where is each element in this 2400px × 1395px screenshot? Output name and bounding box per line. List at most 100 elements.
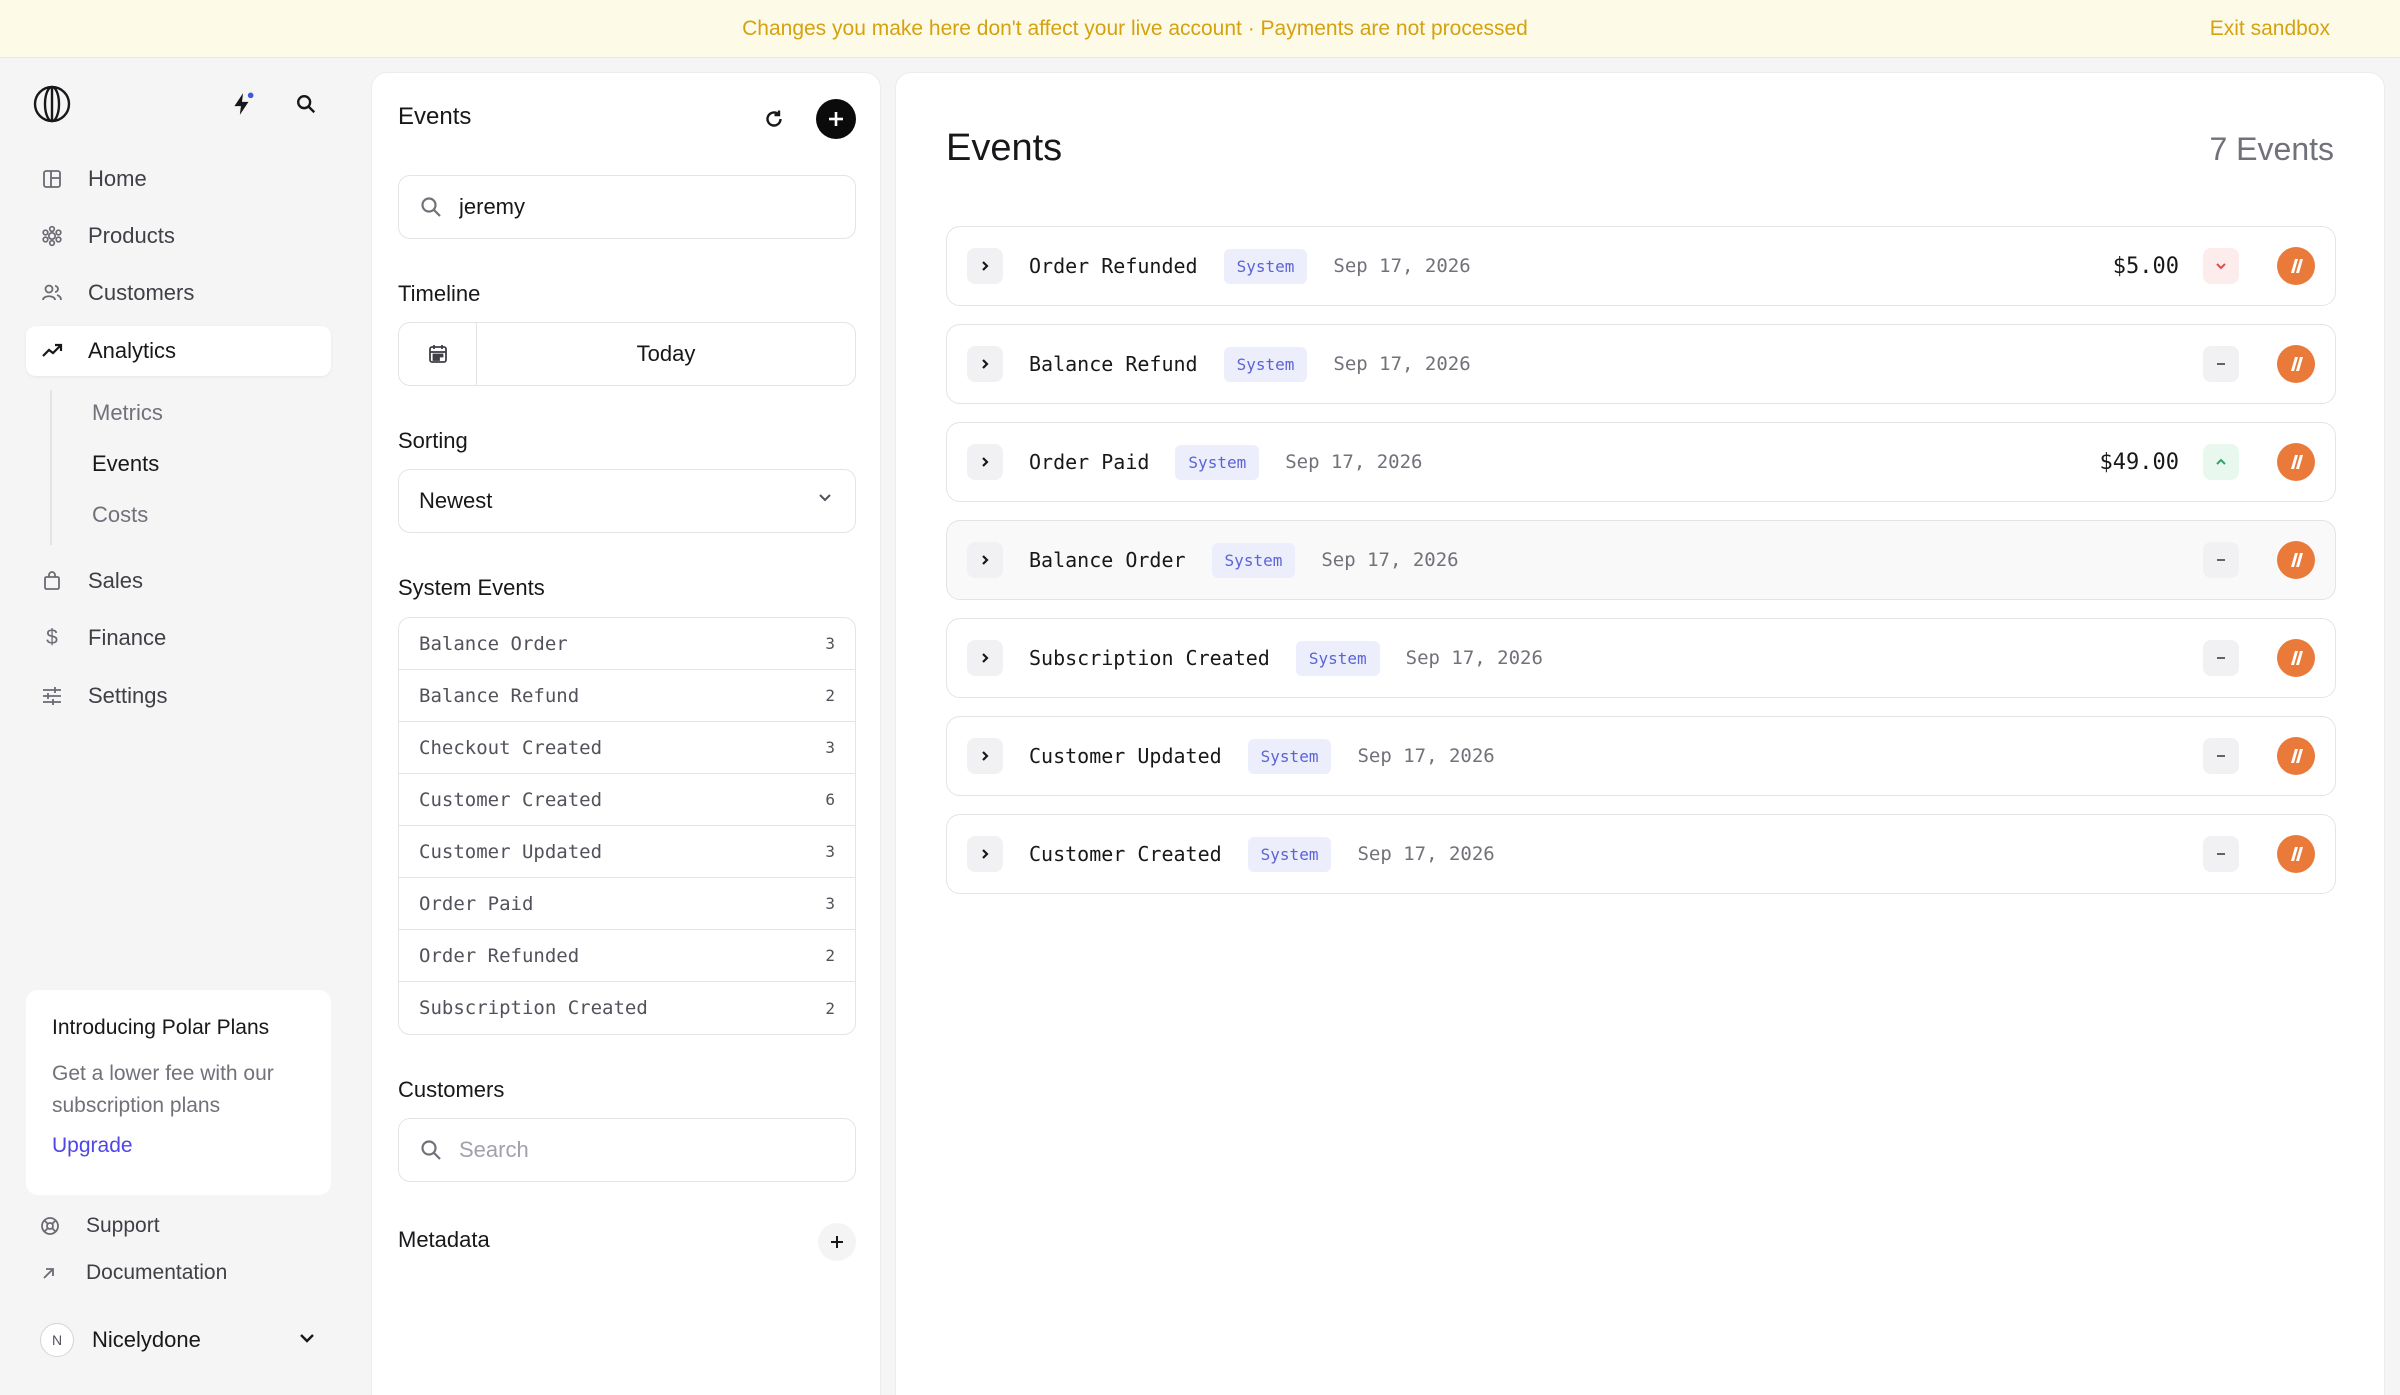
sorting-select[interactable]: Newest [398,469,856,533]
chevron-down-icon [815,488,835,514]
system-event-name: Order Paid [419,892,534,915]
subnav-item-events[interactable]: Events [92,451,159,477]
sidebar-item-customers[interactable]: Customers [26,268,331,318]
support-link[interactable]: Support [40,1214,160,1238]
event-date: Sep 17, 2026 [1285,451,1423,473]
customer-search-field[interactable] [398,1118,856,1182]
upgrade-link[interactable]: Upgrade [52,1134,305,1158]
event-name: Order Paid [1029,450,1150,474]
add-event-button[interactable] [816,99,856,139]
sidebar-item-label: Settings [88,683,168,708]
system-event-count: 3 [825,894,835,913]
system-event-item[interactable]: Order Paid 3 [399,878,855,930]
system-event-count: 6 [825,790,835,809]
subnav-item-metrics[interactable]: Metrics [92,400,163,426]
chevron-right-icon [978,259,992,273]
add-metadata-button[interactable] [818,1223,856,1261]
finance-icon: $ [46,626,58,649]
polar-logo-icon[interactable] [32,84,72,124]
sidebar-item-home[interactable]: Home [26,154,331,204]
event-date: Sep 17, 2026 [1405,647,1543,669]
event-name: Balance Refund [1029,352,1198,376]
expand-row-button[interactable] [967,836,1003,872]
event-row[interactable]: Balance Refund System Sep 17, 2026 [946,324,2336,404]
calendar-icon[interactable] [399,323,477,385]
sidebar-item-label: Home [88,166,147,191]
event-row[interactable]: Balance Order System Sep 17, 2026 [946,520,2336,600]
event-row[interactable]: Order Paid System Sep 17, 2026 $49.00 [946,422,2336,502]
event-amount: $49.00 [2099,449,2179,475]
search-icon [419,195,443,219]
documentation-link[interactable]: Documentation [40,1261,227,1285]
event-row[interactable]: Subscription Created System Sep 17, 2026 [946,618,2336,698]
system-event-count: 3 [825,842,835,861]
events-count: 7 Events [2209,131,2334,167]
expand-row-button[interactable] [967,346,1003,382]
system-event-count: 2 [825,998,835,1018]
chevron-down-icon [2203,248,2239,284]
event-name: Customer Updated [1029,744,1222,768]
minus-icon [2203,542,2239,578]
sidebar-item-products[interactable]: Products [26,211,331,261]
event-type-badge: System [1295,640,1380,676]
system-event-item[interactable]: Order Refunded 2 [399,930,855,982]
system-event-name: Customer Updated [419,840,603,863]
system-event-item[interactable]: Customer Created 6 [399,774,855,826]
support-label: Support [86,1214,160,1237]
system-event-item[interactable]: Subscription Created 2 [399,982,855,1034]
expand-row-button[interactable] [967,248,1003,284]
chevron-right-icon [978,847,992,861]
event-row[interactable]: Order Refunded System Sep 17, 2026 $5.00 [946,226,2336,306]
event-amount: $5.00 [2112,253,2179,279]
sidebar-item-label: Finance [88,625,167,650]
activity-bolt-icon[interactable] [226,88,258,120]
expand-row-button[interactable] [967,542,1003,578]
system-event-item[interactable]: Checkout Created 3 [399,722,855,774]
system-event-name: Checkout Created [419,736,603,759]
system-event-item[interactable]: Balance Order 3 [399,618,855,670]
sales-icon [40,569,64,593]
search-icon[interactable] [290,88,322,120]
account-switcher[interactable]: N Nicelydone [26,1310,331,1370]
expand-row-button[interactable] [967,444,1003,480]
documentation-label: Documentation [86,1261,228,1284]
sidebar-item-finance[interactable]: $ Finance [26,613,331,663]
event-search-input[interactable] [459,194,819,220]
system-event-item[interactable]: Customer Updated 3 [399,826,855,878]
home-icon [40,167,64,191]
event-type-badge: System [1247,836,1332,872]
sidebar-item-sales[interactable]: Sales [26,556,331,606]
event-row[interactable]: Customer Updated System Sep 17, 2026 [946,716,2336,796]
event-date: Sep 17, 2026 [1333,353,1471,375]
events-list: Order Refunded System Sep 17, 2026 $5.00 Bal… [946,226,2336,912]
event-search-field[interactable] [398,175,856,239]
sorting-label: Sorting [398,428,468,453]
event-row[interactable]: Customer Created System Sep 17, 2026 [946,814,2336,894]
timeline-value[interactable]: Today [477,341,855,367]
expand-row-button[interactable] [967,640,1003,676]
sidebar-item-settings[interactable]: Settings [26,671,331,721]
avatar: N [40,1323,74,1357]
filters-panel: Events Timeline Today Sorting Newest Sys… [371,72,881,1395]
chevron-right-icon [978,651,992,665]
minus-icon [2203,836,2239,872]
expand-row-button[interactable] [967,738,1003,774]
event-name: Subscription Created [1029,646,1270,670]
subnav-item-costs[interactable]: Costs [92,502,148,528]
promo-description: Get a lower fee with our subscription pl… [52,1062,274,1117]
chevron-up-icon [2203,444,2239,480]
organization-avatar-icon [2277,443,2315,481]
event-type-badge: System [1247,738,1332,774]
system-event-item[interactable]: Balance Refund 2 [399,670,855,722]
refresh-icon[interactable] [758,103,790,135]
exit-sandbox-link[interactable]: Exit sandbox [2210,17,2330,41]
customer-search-input[interactable] [459,1137,819,1163]
sandbox-message: Changes you make here don't affect your … [742,17,1528,40]
event-name: Balance Order [1029,548,1186,572]
organization-avatar-icon [2277,247,2315,285]
sidebar-item-analytics[interactable]: Analytics [26,326,331,376]
timeline-picker[interactable]: Today [398,322,856,386]
sandbox-banner: Changes you make here don't affect your … [0,0,2400,58]
event-type-badge: System [1175,444,1260,480]
timeline-label: Timeline [398,281,481,306]
